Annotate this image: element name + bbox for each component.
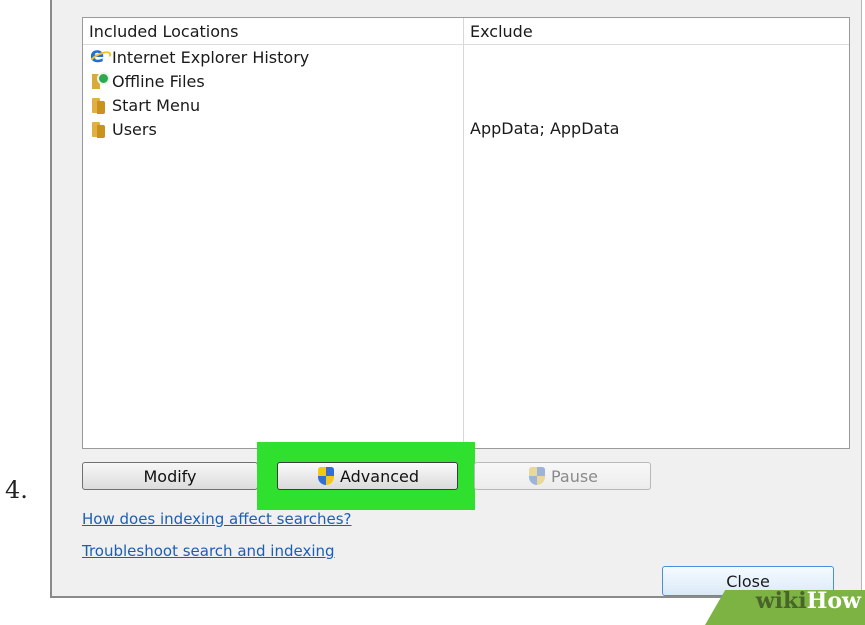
list-item[interactable]: Users AppData; AppData bbox=[83, 118, 849, 142]
offline-files-icon bbox=[89, 71, 110, 91]
internet-explorer-icon bbox=[89, 43, 109, 67]
step-number: 4. bbox=[5, 476, 28, 504]
wikihow-watermark: wikiHow bbox=[755, 588, 861, 614]
modify-label: Modify bbox=[143, 466, 197, 486]
location-name: Offline Files bbox=[112, 71, 205, 91]
location-exclude: AppData; AppData bbox=[470, 119, 620, 138]
folder-icon bbox=[89, 95, 109, 115]
pause-label: Pause bbox=[550, 466, 599, 486]
indexing-help-link[interactable]: How does indexing affect searches? bbox=[82, 510, 352, 528]
location-name: Internet Explorer History bbox=[112, 47, 310, 67]
folder-icon bbox=[89, 119, 109, 139]
location-name: Users bbox=[112, 119, 157, 139]
list-item[interactable]: Offline Files bbox=[83, 70, 849, 94]
header-exclude[interactable]: Exclude bbox=[470, 22, 533, 41]
location-name: Start Menu bbox=[112, 95, 201, 115]
advanced-label: Advanced bbox=[339, 466, 420, 486]
list-header: Included Locations Exclude bbox=[83, 18, 849, 45]
included-locations-list[interactable]: Included Locations Exclude Internet Expl… bbox=[82, 17, 850, 449]
advanced-button[interactable]: Advanced bbox=[277, 462, 458, 490]
header-included-locations[interactable]: Included Locations bbox=[89, 22, 239, 41]
uac-shield-icon bbox=[316, 466, 336, 486]
troubleshoot-link[interactable]: Troubleshoot search and indexing bbox=[82, 542, 335, 560]
pause-button[interactable]: Pause bbox=[474, 462, 651, 490]
list-item[interactable]: Start Menu bbox=[83, 94, 849, 118]
modify-button[interactable]: Modify bbox=[82, 462, 258, 490]
list-item[interactable]: Internet Explorer History bbox=[83, 43, 849, 70]
uac-shield-icon bbox=[527, 466, 547, 486]
